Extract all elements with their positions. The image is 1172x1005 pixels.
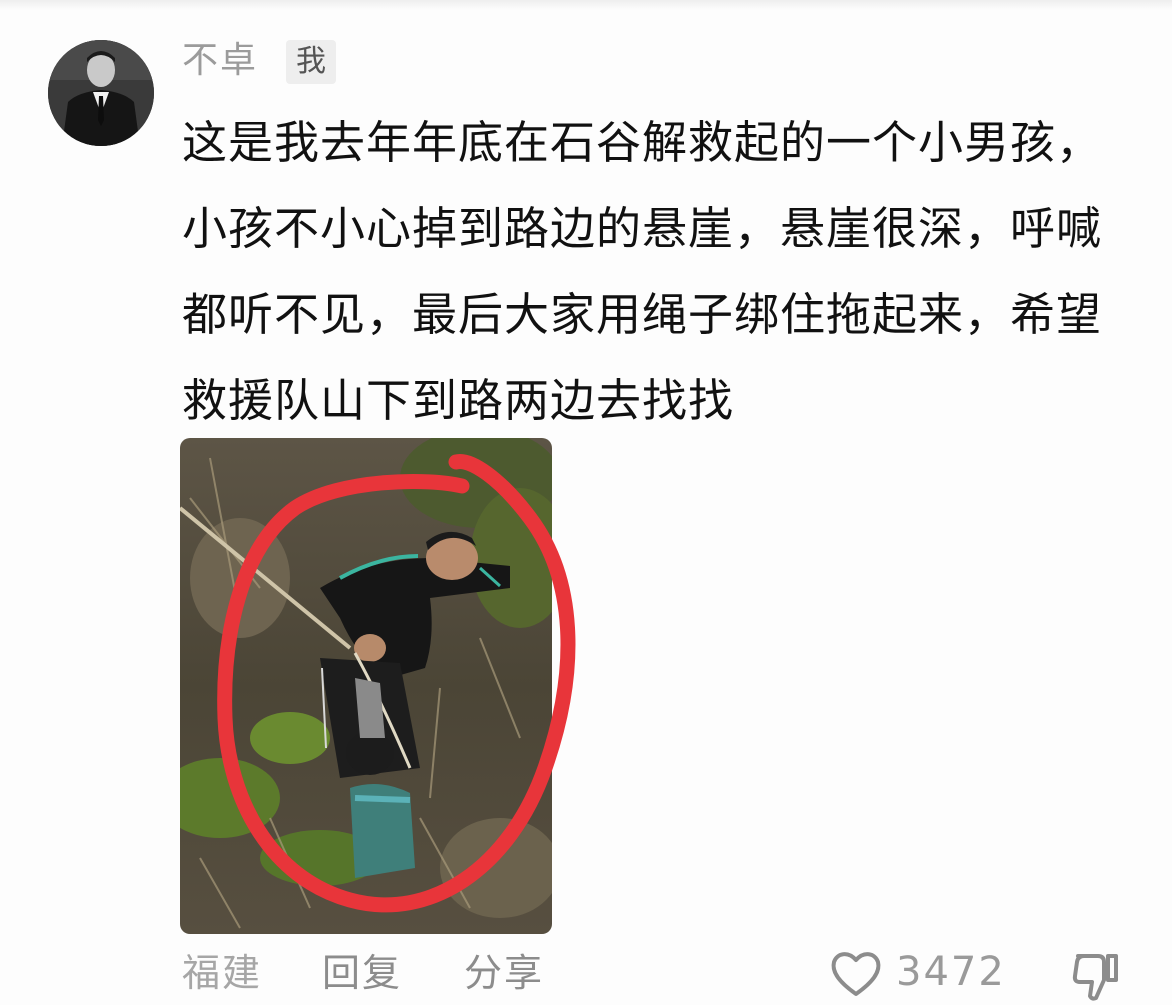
comment-photo[interactable] bbox=[180, 438, 576, 934]
avatar[interactable] bbox=[48, 40, 154, 146]
thumbs-down-outline-icon bbox=[1072, 954, 1118, 1001]
like-button[interactable] bbox=[828, 946, 884, 1002]
author-name[interactable]: 不卓 bbox=[182, 36, 258, 86]
dislike-button[interactable] bbox=[1068, 948, 1124, 1004]
comment-text: 这是我去年年底在石谷解救起的一个小男孩，小孩不小心掉到路边的悬崖，悬崖很深，呼喊… bbox=[182, 116, 1103, 427]
comment-screen: 不卓 我 这是我去年年底在石谷解救起的一个小男孩，小孩不小心掉到路边的悬崖，悬崖… bbox=[0, 0, 1172, 1005]
share-button[interactable]: 分享 bbox=[464, 946, 544, 1000]
avatar-image bbox=[48, 40, 154, 146]
photo-frame bbox=[180, 438, 552, 934]
top-fade bbox=[0, 0, 1172, 10]
like-count: 3472 bbox=[896, 949, 1006, 995]
location-label: 福建 bbox=[182, 951, 263, 995]
author-tag: 我 bbox=[286, 40, 336, 84]
heart-outline-icon bbox=[831, 952, 881, 996]
reply-button[interactable]: 回复 bbox=[322, 946, 402, 1000]
photo-image bbox=[180, 438, 552, 934]
